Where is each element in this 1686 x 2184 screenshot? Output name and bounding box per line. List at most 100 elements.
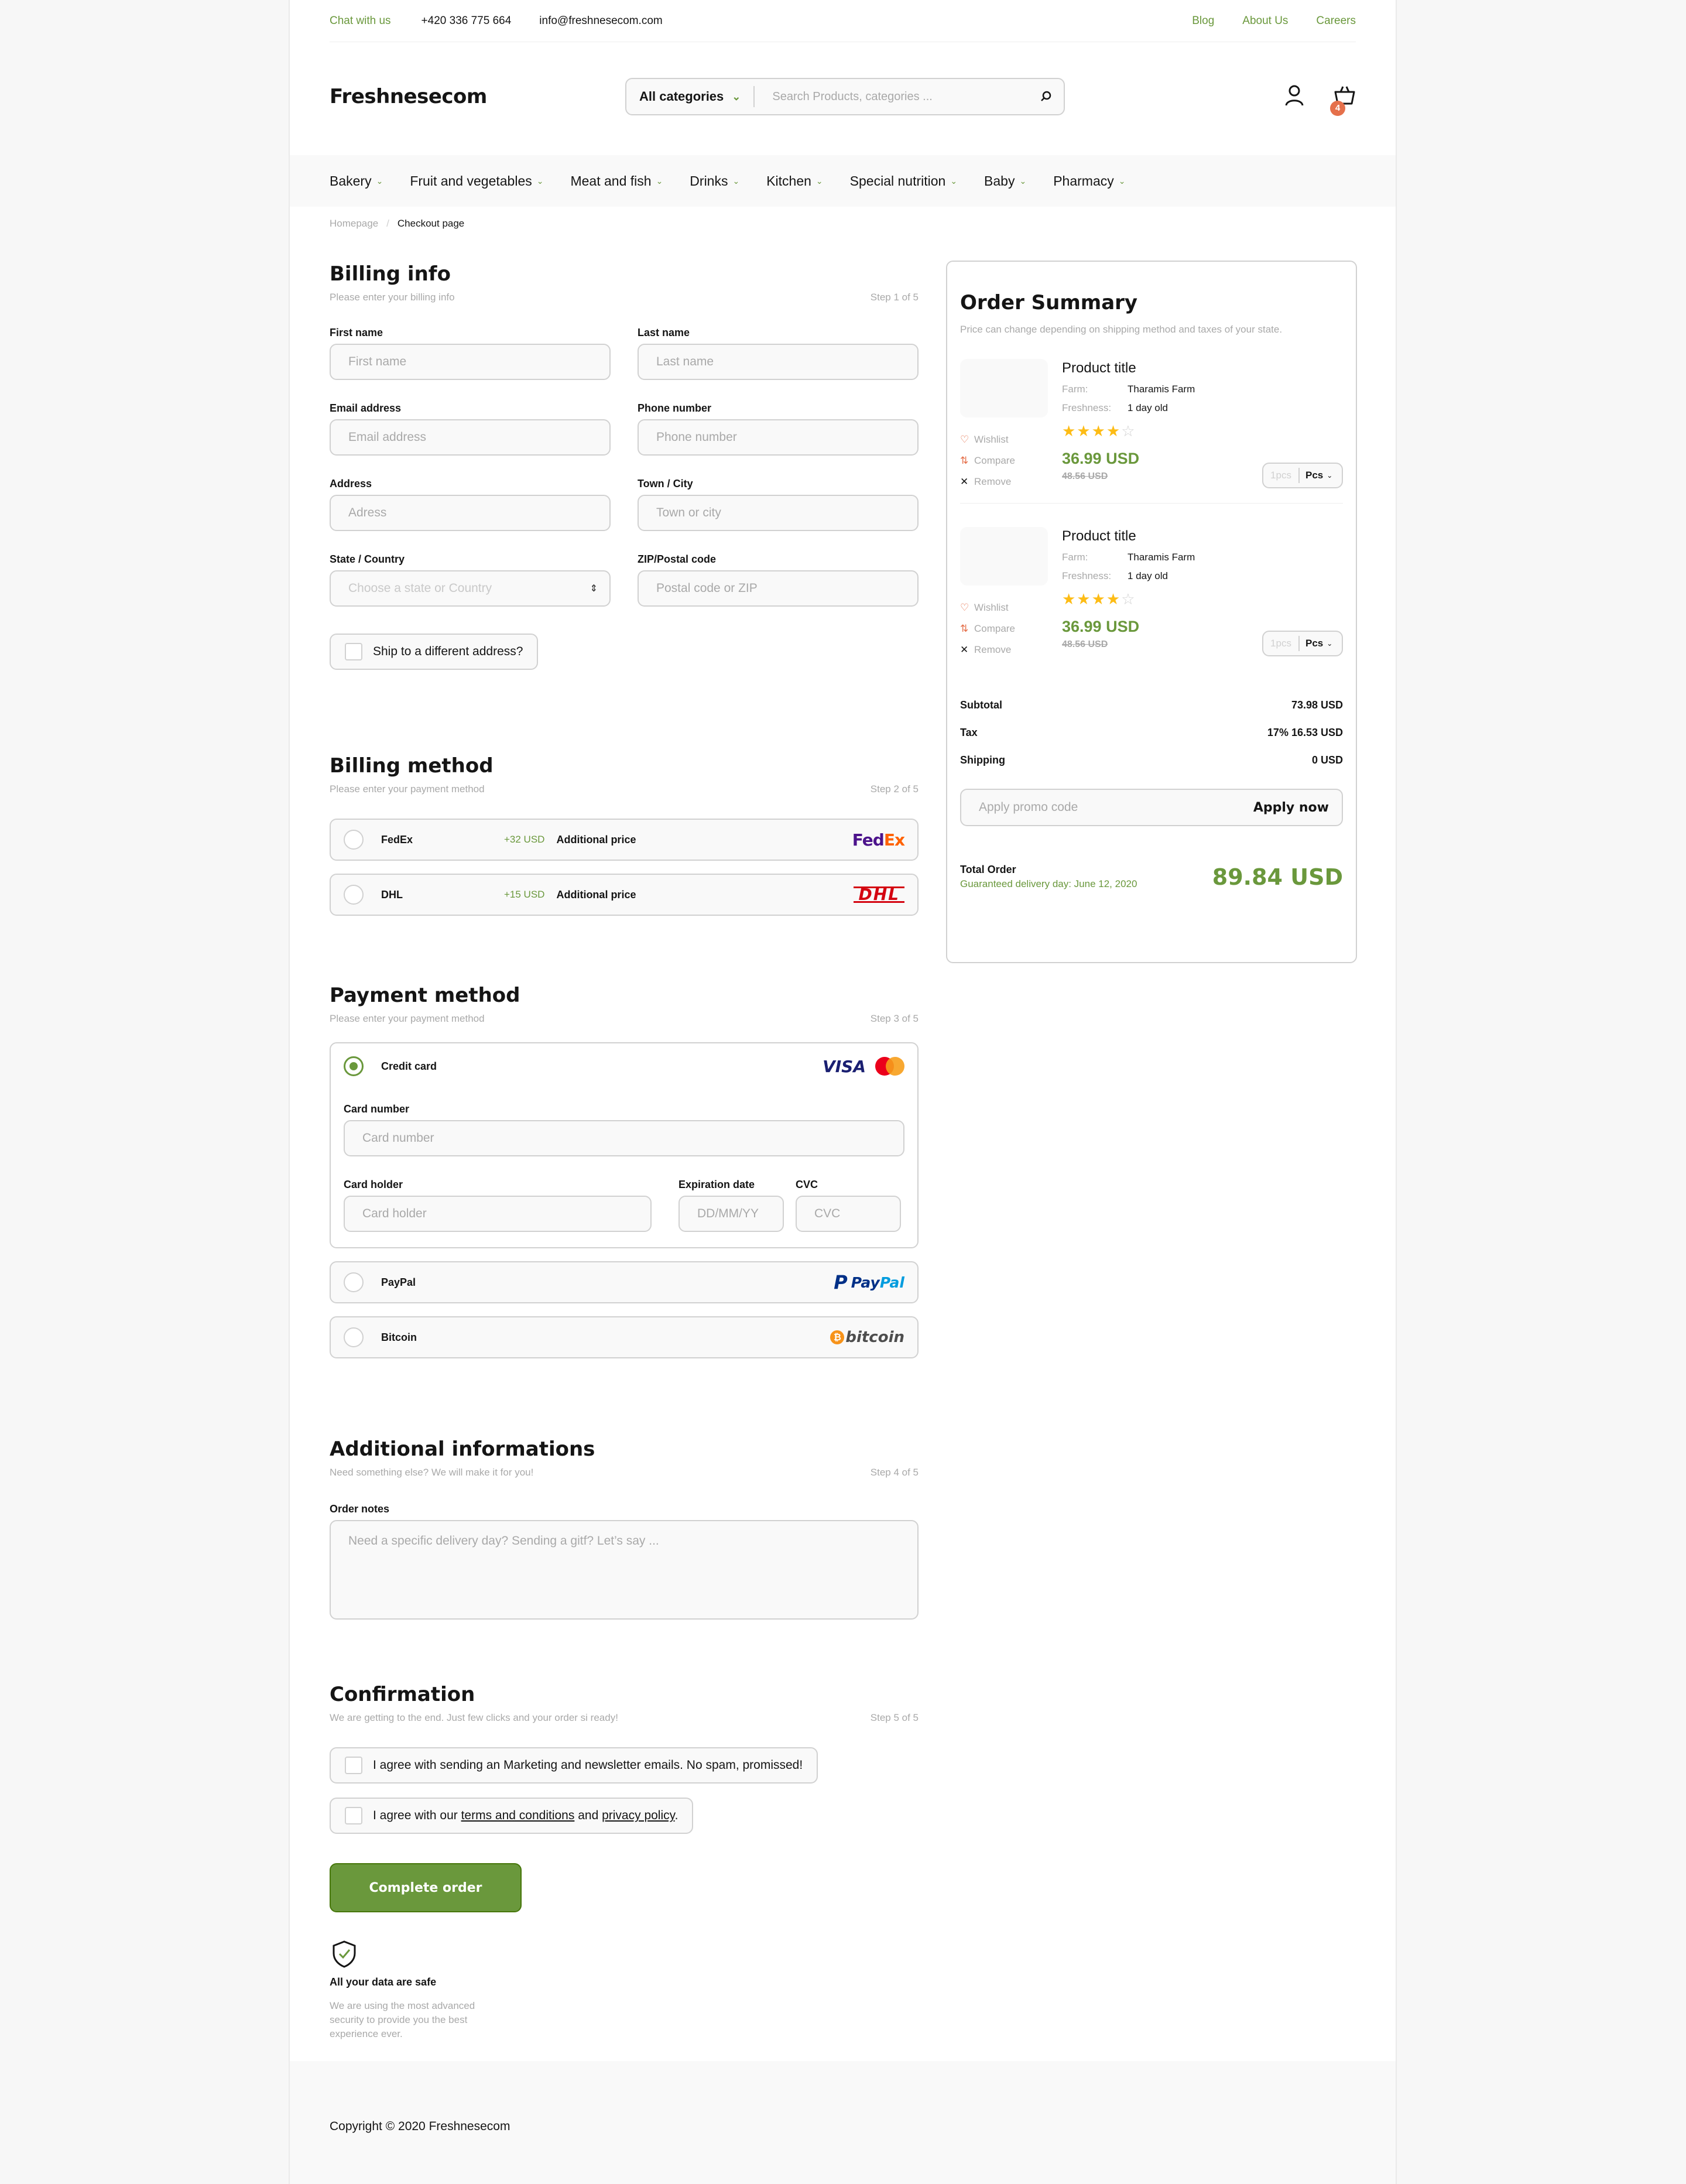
category-dropdown[interactable]: All categories ⌄ xyxy=(626,86,755,107)
product-title[interactable]: Product title xyxy=(1062,528,1195,545)
credit-card-option[interactable]: Credit card VISA Card number Card number… xyxy=(330,1042,919,1248)
phone-number: +420 336 775 664 xyxy=(421,14,512,27)
radio-button[interactable] xyxy=(344,885,364,905)
wishlist-action[interactable]: ♡ Wishlist xyxy=(960,597,1015,618)
heart-icon: ♡ xyxy=(960,602,969,613)
phone-field[interactable]: Phone number xyxy=(638,419,919,456)
quantity-selector[interactable]: 1pcs Pcs ⌄ xyxy=(1262,631,1343,656)
terms-consent-checkbox[interactable]: I agree with our terms and conditions an… xyxy=(330,1798,694,1834)
unit-dropdown[interactable]: Pcs xyxy=(1300,638,1323,649)
footer: Copyright © 2020 Freshnesecom xyxy=(290,2061,1396,2184)
subtotal-row: Subtotal 73.98 USD xyxy=(960,699,1343,711)
state-select[interactable]: Choose a state or Country ⇕ xyxy=(330,570,611,607)
nav-label: Kitchen xyxy=(766,173,811,189)
quantity-selector[interactable]: 1pcs Pcs ⌄ xyxy=(1262,463,1343,488)
top-bar: Chat with us +420 336 775 664 info@fresh… xyxy=(330,0,1356,42)
careers-link[interactable]: Careers xyxy=(1316,15,1356,28)
checkbox[interactable] xyxy=(345,643,362,660)
order-notes-textarea[interactable]: Need a specific delivery day? Sending a … xyxy=(330,1520,919,1620)
shield-icon xyxy=(330,1939,919,1971)
nav-item-meat[interactable]: Meat and fish ⌄ xyxy=(570,173,663,189)
field-label: Expiration date xyxy=(678,1179,755,1190)
complete-order-button[interactable]: Complete order xyxy=(330,1863,522,1912)
checkbox-label: I agree with sending an Marketing and ne… xyxy=(373,1758,803,1772)
header-icons: 4 xyxy=(1284,84,1356,116)
billing-method-section: Billing method Please enter your payment… xyxy=(330,754,919,916)
compare-icon: ⇅ xyxy=(960,623,969,634)
nav-item-kitchen[interactable]: Kitchen ⌄ xyxy=(766,173,823,189)
nav-item-bakery[interactable]: Bakery ⌄ xyxy=(330,173,383,189)
option-name: Bitcoin xyxy=(381,1331,417,1343)
promo-placeholder[interactable]: Apply promo code xyxy=(979,800,1253,814)
product-thumbnail[interactable] xyxy=(960,359,1048,417)
first-name-field[interactable]: First name xyxy=(330,344,611,380)
unit-dropdown[interactable]: Pcs xyxy=(1300,470,1323,481)
shipping-option-dhl[interactable]: DHL +15 USD Additional price DHL xyxy=(330,874,919,916)
nav-item-baby[interactable]: Baby ⌄ xyxy=(984,173,1026,189)
ship-different-checkbox[interactable]: Ship to a different address? xyxy=(330,634,539,670)
radio-button[interactable] xyxy=(344,830,364,850)
card-holder-field[interactable]: Card holder xyxy=(344,1196,652,1232)
shipping-row: Shipping 0 USD xyxy=(960,754,1343,766)
chevron-down-icon: ⌄ xyxy=(950,176,958,186)
expiration-field[interactable]: DD/MM/YY xyxy=(678,1196,784,1232)
product-title[interactable]: Product title xyxy=(1062,360,1195,376)
divider xyxy=(960,503,1343,504)
card-number-field[interactable]: Card number xyxy=(344,1120,904,1156)
user-icon[interactable] xyxy=(1284,84,1304,109)
radio-button-selected[interactable] xyxy=(344,1056,364,1076)
apply-promo-button[interactable]: Apply now xyxy=(1253,800,1329,815)
blog-link[interactable]: Blog xyxy=(1192,15,1214,28)
cvc-field[interactable]: CVC xyxy=(796,1196,901,1232)
remove-action[interactable]: ✕ Remove xyxy=(960,471,1015,492)
checkbox[interactable] xyxy=(345,1757,362,1774)
last-name-field[interactable]: Last name xyxy=(638,344,919,380)
field-label: Email address xyxy=(330,402,402,414)
chat-link[interactable]: Chat with us xyxy=(330,15,391,28)
section-subtitle: Need something else? We will make it for… xyxy=(330,1467,534,1478)
compare-action[interactable]: ⇅ Compare xyxy=(960,618,1015,639)
compare-action[interactable]: ⇅ Compare xyxy=(960,450,1015,471)
search-input[interactable] xyxy=(755,90,1029,104)
privacy-link[interactable]: privacy policy xyxy=(602,1809,674,1822)
promo-code-field[interactable]: Apply promo code Apply now xyxy=(960,789,1343,826)
summary-subtitle: Price can change depending on shipping m… xyxy=(960,324,1283,335)
town-field[interactable]: Town or city xyxy=(638,495,919,531)
email-field[interactable]: Email address xyxy=(330,419,611,456)
quantity-value[interactable]: 1pcs xyxy=(1263,636,1300,651)
step-indicator: Step 4 of 5 xyxy=(870,1467,919,1478)
about-link[interactable]: About Us xyxy=(1242,15,1288,28)
payment-option-paypal[interactable]: PayPal P Pay Pal xyxy=(330,1261,919,1303)
nav-item-fruit[interactable]: Fruit and vegetables ⌄ xyxy=(410,173,543,189)
checkbox[interactable] xyxy=(345,1807,362,1824)
nav-item-special-nutrition[interactable]: Special nutrition ⌄ xyxy=(850,173,957,189)
payment-option-bitcoin[interactable]: Bitcoin ₿ bitcoin xyxy=(330,1316,919,1358)
remove-action[interactable]: ✕ Remove xyxy=(960,639,1015,660)
terms-link[interactable]: terms and conditions xyxy=(461,1809,575,1822)
row-value: Tharamis Farm xyxy=(1128,384,1195,395)
nav-item-drinks[interactable]: Drinks ⌄ xyxy=(690,173,739,189)
zip-field[interactable]: Postal code or ZIP xyxy=(638,570,919,607)
row-value: Tharamis Farm xyxy=(1128,552,1195,563)
address-field[interactable]: Adress xyxy=(330,495,611,531)
step-indicator: Step 3 of 5 xyxy=(870,1013,919,1024)
breadcrumb-home[interactable]: Homepage xyxy=(330,218,378,230)
shipping-option-fedex[interactable]: FedEx +32 USD Additional price FedEx xyxy=(330,819,919,861)
logo[interactable]: Freshnesecom xyxy=(330,85,625,108)
chevron-down-icon: ⌄ xyxy=(1118,176,1126,186)
bitcoin-logo-text: bitcoin xyxy=(845,1329,904,1346)
marketing-consent-checkbox[interactable]: I agree with sending an Marketing and ne… xyxy=(330,1747,818,1784)
product-thumbnail[interactable] xyxy=(960,527,1048,586)
nav-item-pharmacy[interactable]: Pharmacy ⌄ xyxy=(1053,173,1125,189)
field-label: Card holder xyxy=(344,1179,403,1190)
search-icon[interactable] xyxy=(1029,90,1064,103)
radio-button[interactable] xyxy=(344,1327,364,1347)
category-label: All categories xyxy=(639,89,724,104)
section-subtitle: Please enter your payment method xyxy=(330,1013,485,1024)
cart-icon[interactable]: 4 xyxy=(1330,85,1356,116)
row-key: Subtotal xyxy=(960,699,1002,711)
radio-button[interactable] xyxy=(344,1272,364,1292)
quantity-value[interactable]: 1pcs xyxy=(1263,468,1300,483)
wishlist-action[interactable]: ♡ Wishlist xyxy=(960,429,1015,450)
row-key: Shipping xyxy=(960,754,1005,766)
